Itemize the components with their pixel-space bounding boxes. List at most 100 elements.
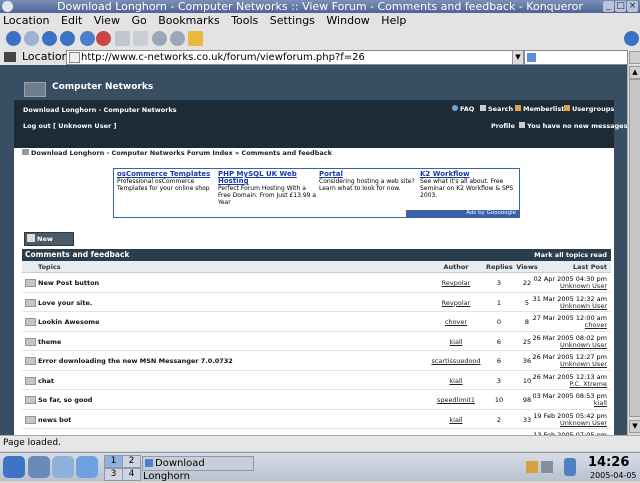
topic-title[interactable]: Error downloading the new MSN Messanger …: [38, 357, 233, 365]
lock-icon[interactable]: [188, 31, 203, 46]
topic-author[interactable]: speedlimit1: [426, 396, 486, 404]
new-topic-button[interactable]: New Topic: [24, 232, 74, 255]
print-icon[interactable]: [115, 31, 130, 46]
volume-icon[interactable]: [541, 461, 553, 473]
clear-location-icon[interactable]: [4, 52, 16, 62]
last-post-user[interactable]: kiall: [594, 399, 607, 407]
url-dropdown-icon[interactable]: ▼: [512, 51, 523, 64]
topic-title[interactable]: chat: [38, 377, 54, 385]
reload-icon[interactable]: [80, 31, 95, 46]
last-post-user[interactable]: chover: [585, 321, 607, 329]
browser-launcher-icon[interactable]: [76, 456, 98, 478]
ad-item[interactable]: Portal Considering hosting a web site? L…: [319, 171, 419, 193]
vertical-scrollbar[interactable]: ▲ ▼: [627, 65, 640, 435]
messages-link[interactable]: You have no new messages: [527, 122, 627, 130]
topic-replies: 3: [496, 279, 502, 287]
up-icon[interactable]: [42, 31, 57, 46]
ad-title[interactable]: PHP MySQL UK Web Hosting: [218, 171, 318, 185]
topic-title[interactable]: Lookin Awesome: [38, 318, 99, 326]
search-options-button[interactable]: [629, 51, 640, 64]
show-desktop-icon[interactable]: [28, 456, 50, 478]
minimize-button[interactable]: _: [603, 1, 614, 12]
menu-edit[interactable]: Edit: [57, 13, 86, 28]
last-post-user[interactable]: P.C. Xtreme: [569, 380, 607, 388]
breadcrumb-links[interactable]: Download Longhorn - Computer Networks Fo…: [31, 149, 332, 157]
kmenu-icon[interactable]: [3, 456, 25, 478]
desktop-2[interactable]: 2: [122, 455, 141, 468]
menu-tools[interactable]: Tools: [227, 13, 262, 28]
stop-icon[interactable]: [96, 31, 111, 46]
desktop-1[interactable]: 1: [104, 455, 123, 468]
ad-item[interactable]: PHP MySQL UK Web Hosting Perfect Forum H…: [218, 171, 318, 207]
topic-author[interactable]: kiall: [426, 338, 486, 346]
menu-window[interactable]: Window: [322, 13, 373, 28]
scroll-down-icon[interactable]: ▼: [629, 420, 640, 433]
topic-author[interactable]: Revpolar: [426, 299, 486, 307]
ads-by-link[interactable]: Ads by Gooooogle: [406, 210, 519, 217]
topic-folder-icon: [25, 415, 36, 424]
last-post-user[interactable]: Unknown User: [560, 341, 607, 349]
fullscreen-icon[interactable]: [133, 31, 148, 46]
topic-author[interactable]: chover: [426, 318, 486, 326]
last-post-user[interactable]: Unknown User: [560, 360, 607, 368]
topic-title[interactable]: New Post button: [38, 279, 99, 287]
home-icon[interactable]: [60, 31, 75, 46]
scroll-thumb[interactable]: [629, 79, 640, 417]
window-titlebar[interactable]: Download Longhorn - Computer Networks ::…: [0, 0, 640, 13]
topic-folder-icon: [25, 318, 36, 326]
topic-title[interactable]: So far, so good: [38, 396, 92, 404]
battery-icon[interactable]: [564, 458, 576, 476]
clock-time[interactable]: 14:26: [588, 455, 629, 470]
memberlist-icon: [515, 105, 521, 111]
search-input[interactable]: [524, 50, 628, 65]
last-post-user[interactable]: Unknown User: [560, 282, 607, 290]
topic-title[interactable]: Love your site.: [38, 299, 92, 307]
forward-icon[interactable]: [24, 31, 39, 46]
topic-author[interactable]: kiall: [426, 377, 486, 385]
ad-title[interactable]: osCommerce Templates: [117, 171, 217, 178]
topic-rows: New Post button Revpolar 3 22 02 Apr 2005 04…: [22, 273, 611, 435]
desktop-3[interactable]: 3: [104, 468, 123, 481]
usergroups-link[interactable]: Usergroups: [572, 105, 614, 113]
maximize-button[interactable]: □: [615, 1, 626, 12]
scroll-up-icon[interactable]: ▲: [629, 66, 640, 79]
site-logo[interactable]: [24, 82, 46, 97]
ad-title[interactable]: K2 Workflow: [420, 171, 520, 178]
tray-clipboard-icon[interactable]: [526, 461, 538, 473]
topic-title[interactable]: news bot: [38, 416, 71, 424]
url-input[interactable]: http://www.c-networks.co.uk/forum/viewfo…: [66, 50, 524, 65]
topic-author[interactable]: kiall: [426, 416, 486, 424]
forum-name[interactable]: Comments and feedback: [25, 249, 129, 261]
last-post-user[interactable]: Unknown User: [560, 302, 607, 310]
forum-title[interactable]: Download Longhorn - Computer Networks: [23, 106, 177, 114]
ad-title[interactable]: Portal: [319, 171, 419, 178]
zoom-out-icon[interactable]: [170, 31, 185, 46]
ad-item[interactable]: osCommerce Templates Professional osComm…: [117, 171, 217, 193]
last-post-user[interactable]: Unknown User: [560, 419, 607, 427]
topic-author[interactable]: scartissuedood: [426, 357, 486, 365]
profile-link[interactable]: Profile: [491, 122, 515, 130]
close-button[interactable]: ×: [627, 1, 638, 12]
menu-help[interactable]: Help: [377, 13, 410, 28]
topic-title[interactable]: theme: [38, 338, 61, 346]
menu-settings[interactable]: Settings: [266, 13, 319, 28]
memberlist-link[interactable]: Memberlist: [523, 105, 564, 113]
konqueror-icon[interactable]: [2, 1, 13, 12]
back-icon[interactable]: [6, 31, 21, 46]
zoom-in-icon[interactable]: [152, 31, 167, 46]
topic-folder-icon: [25, 357, 36, 365]
menu-bookmarks[interactable]: Bookmarks: [154, 13, 223, 28]
breadcrumb: Download Longhorn - Computer Networks Fo…: [22, 149, 332, 157]
menu-go[interactable]: Go: [127, 13, 150, 28]
menu-view[interactable]: View: [90, 13, 124, 28]
task-button[interactable]: Download Longhorn: [142, 456, 254, 482]
mark-all-read-link[interactable]: Mark all topics read: [534, 249, 607, 261]
konsole-icon[interactable]: [52, 456, 74, 478]
faq-link[interactable]: FAQ: [460, 105, 474, 113]
desktop-4[interactable]: 4: [122, 468, 141, 481]
topic-author[interactable]: Revpolar: [426, 279, 486, 287]
menu-location[interactable]: Location: [0, 13, 54, 28]
search-link[interactable]: Search: [488, 105, 513, 113]
logout-link[interactable]: Log out [ Unknown User ]: [23, 122, 116, 130]
ad-item[interactable]: K2 Workflow See what it's all about. Fre…: [420, 171, 520, 200]
